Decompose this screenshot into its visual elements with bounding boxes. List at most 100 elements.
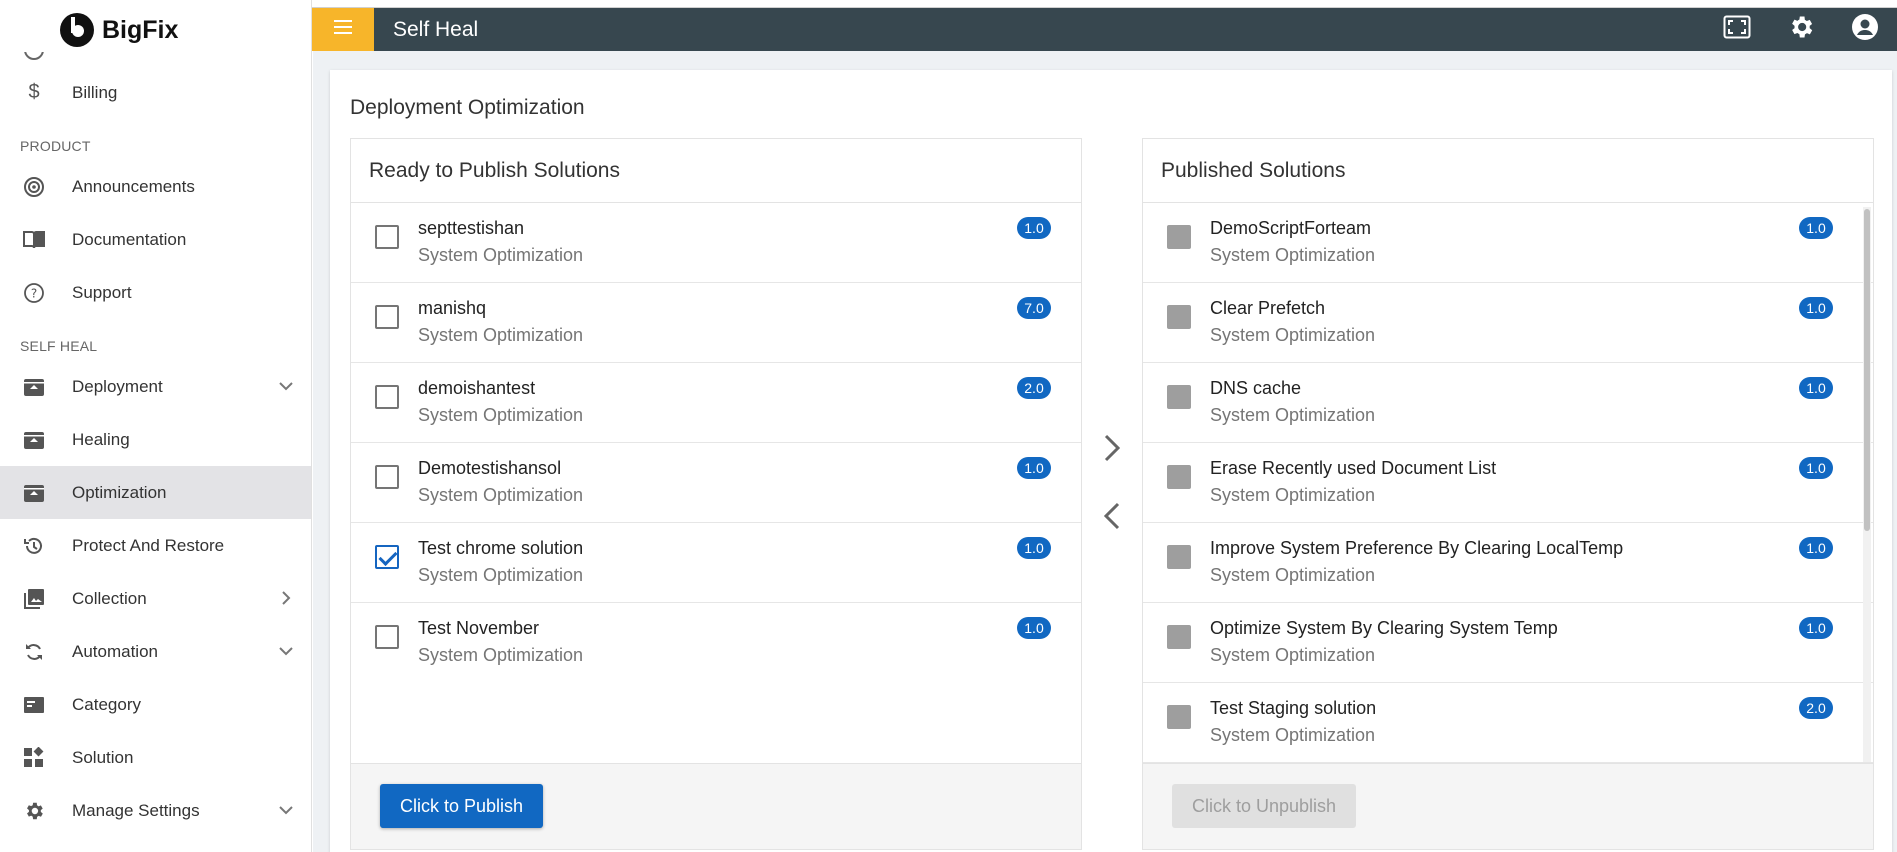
list-item[interactable]: DemoScriptForteam System Optimization 1.… — [1143, 203, 1873, 283]
deployment-optimization-card: Deployment Optimization Ready to Publish… — [330, 70, 1892, 852]
solution-category: System Optimization — [418, 325, 584, 345]
photo-library-icon — [20, 585, 48, 613]
row-checkbox[interactable] — [375, 225, 399, 249]
sidebar-item-automation[interactable]: Automation — [0, 625, 311, 678]
list-item[interactable]: Erase Recently used Document List System… — [1143, 443, 1873, 523]
widgets-icon — [20, 744, 48, 772]
list-item[interactable]: manishq System Optimization 7.0 — [351, 283, 1081, 363]
account-circle-icon — [1851, 13, 1879, 46]
hamburger-icon — [334, 20, 352, 39]
book-icon — [20, 226, 48, 254]
panel-footer: Click to Unpublish — [1143, 763, 1873, 849]
solution-category: System Optimization — [1210, 325, 1376, 345]
row-checkbox-disabled — [1167, 465, 1191, 489]
move-left-button[interactable] — [1099, 498, 1125, 538]
panel-title: Published Solutions — [1143, 139, 1873, 203]
row-checkbox-checked[interactable] — [375, 545, 399, 569]
chevron-left-icon — [1103, 502, 1120, 535]
list-item[interactable]: Test Staging solution System Optimizatio… — [1143, 683, 1873, 763]
sidebar-item-optimization[interactable]: Optimization — [0, 466, 311, 519]
list-item[interactable]: demoishantest System Optimization 2.0 — [351, 363, 1081, 443]
list-item[interactable]: Test chrome solution System Optimization… — [351, 523, 1081, 603]
row-checkbox-disabled — [1167, 625, 1191, 649]
row-checkbox[interactable] — [375, 305, 399, 329]
list-item[interactable]: septtestishan System Optimization 1.0 — [351, 203, 1081, 283]
app-root: BigFix Users $ Billing PRODUCT Announcem… — [0, 0, 1897, 852]
sidebar-item-label: Deployment — [72, 376, 163, 396]
settings-button[interactable] — [1769, 8, 1833, 51]
list-item[interactable]: Optimize System By Clearing System Temp … — [1143, 603, 1873, 683]
sidebar-item-healing[interactable]: Healing — [0, 413, 311, 466]
chevron-down-icon[interactable] — [276, 641, 296, 661]
solution-category: System Optimization — [418, 645, 584, 665]
account-button[interactable] — [1833, 8, 1897, 51]
brand[interactable]: BigFix — [0, 8, 311, 52]
scrollbar-thumb[interactable] — [1864, 209, 1870, 531]
list-item[interactable]: Improve System Preference By Clearing Lo… — [1143, 523, 1873, 603]
archive-icon — [20, 426, 48, 454]
sidebar-item-support[interactable]: ? Support — [0, 266, 311, 319]
svg-text:?: ? — [31, 286, 37, 300]
unpublish-button[interactable]: Click to Unpublish — [1172, 784, 1357, 828]
version-badge: 7.0 — [1017, 297, 1051, 319]
chevron-down-icon[interactable] — [276, 800, 296, 820]
sidebar-item-label: Solution — [72, 747, 134, 767]
sidebar-item-documentation[interactable]: Documentation — [0, 213, 311, 266]
sidebar: BigFix Users $ Billing PRODUCT Announcem… — [0, 0, 312, 852]
gear-icon — [1787, 13, 1815, 46]
solution-category: System Optimization — [1210, 645, 1376, 665]
row-checkbox-disabled — [1167, 705, 1191, 729]
solution-name: demoishantest — [418, 378, 536, 398]
move-right-button[interactable] — [1099, 430, 1125, 470]
row-checkbox-disabled — [1167, 305, 1191, 329]
published-list: DemoScriptForteam System Optimization 1.… — [1143, 203, 1873, 763]
category-card-icon — [20, 691, 48, 719]
solution-category: System Optimization — [418, 405, 584, 425]
published-panel: Published Solutions DemoScriptForteam Sy… — [1142, 138, 1874, 850]
row-checkbox[interactable] — [375, 385, 399, 409]
solution-category: System Optimization — [1210, 725, 1376, 745]
row-checkbox[interactable] — [375, 465, 399, 489]
sidebar-item-deployment[interactable]: Deployment — [0, 360, 311, 413]
section-product: PRODUCT — [20, 138, 91, 154]
scrollbar[interactable] — [1863, 207, 1871, 762]
fullscreen-button[interactable] — [1705, 8, 1769, 51]
menu-button[interactable] — [312, 8, 374, 51]
sidebar-item-category[interactable]: Category — [0, 678, 311, 731]
sidebar-item-collection[interactable]: Collection — [0, 572, 311, 625]
version-badge: 2.0 — [1799, 697, 1833, 719]
solution-category: System Optimization — [418, 245, 584, 265]
chevron-down-icon[interactable] — [276, 376, 296, 396]
solution-name: septtestishan — [418, 218, 525, 238]
archive-icon — [20, 479, 48, 507]
sidebar-item-protect-and-restore[interactable]: Protect And Restore — [0, 519, 311, 572]
version-badge: 1.0 — [1799, 537, 1833, 559]
version-badge: 1.0 — [1799, 217, 1833, 239]
chevron-right-icon[interactable] — [276, 588, 296, 608]
section-self-heal: SELF HEAL — [20, 338, 98, 354]
version-badge: 1.0 — [1017, 217, 1051, 239]
solution-name: manishq — [418, 298, 487, 318]
page-title: Self Heal — [393, 17, 479, 41]
version-badge: 1.0 — [1799, 377, 1833, 399]
version-badge: 1.0 — [1799, 297, 1833, 319]
solution-name: DNS cache — [1210, 378, 1302, 398]
row-checkbox[interactable] — [375, 625, 399, 649]
sidebar-item-solution[interactable]: Solution — [0, 731, 311, 784]
sidebar-item-manage-settings[interactable]: Manage Settings — [0, 784, 311, 837]
sidebar-item-announcements[interactable]: Announcements — [0, 160, 311, 213]
panel-title: Ready to Publish Solutions — [351, 139, 1081, 203]
list-item[interactable]: Test November System Optimization 1.0 — [351, 603, 1081, 683]
archive-icon — [20, 373, 48, 401]
version-badge: 2.0 — [1017, 377, 1051, 399]
list-item[interactable]: DNS cache System Optimization 1.0 — [1143, 363, 1873, 443]
list-item[interactable]: Demotestishansol System Optimization 1.0 — [351, 443, 1081, 523]
publish-button[interactable]: Click to Publish — [380, 784, 544, 828]
fullscreen-icon — [1723, 15, 1751, 44]
solution-name: DemoScriptForteam — [1210, 218, 1372, 238]
sidebar-item-billing[interactable]: $ Billing — [0, 66, 311, 119]
sidebar-nav: Users $ Billing PRODUCT Announcements Do… — [0, 36, 311, 837]
row-checkbox-disabled — [1167, 545, 1191, 569]
list-item[interactable]: Clear Prefetch System Optimization 1.0 — [1143, 283, 1873, 363]
version-badge: 1.0 — [1017, 457, 1051, 479]
